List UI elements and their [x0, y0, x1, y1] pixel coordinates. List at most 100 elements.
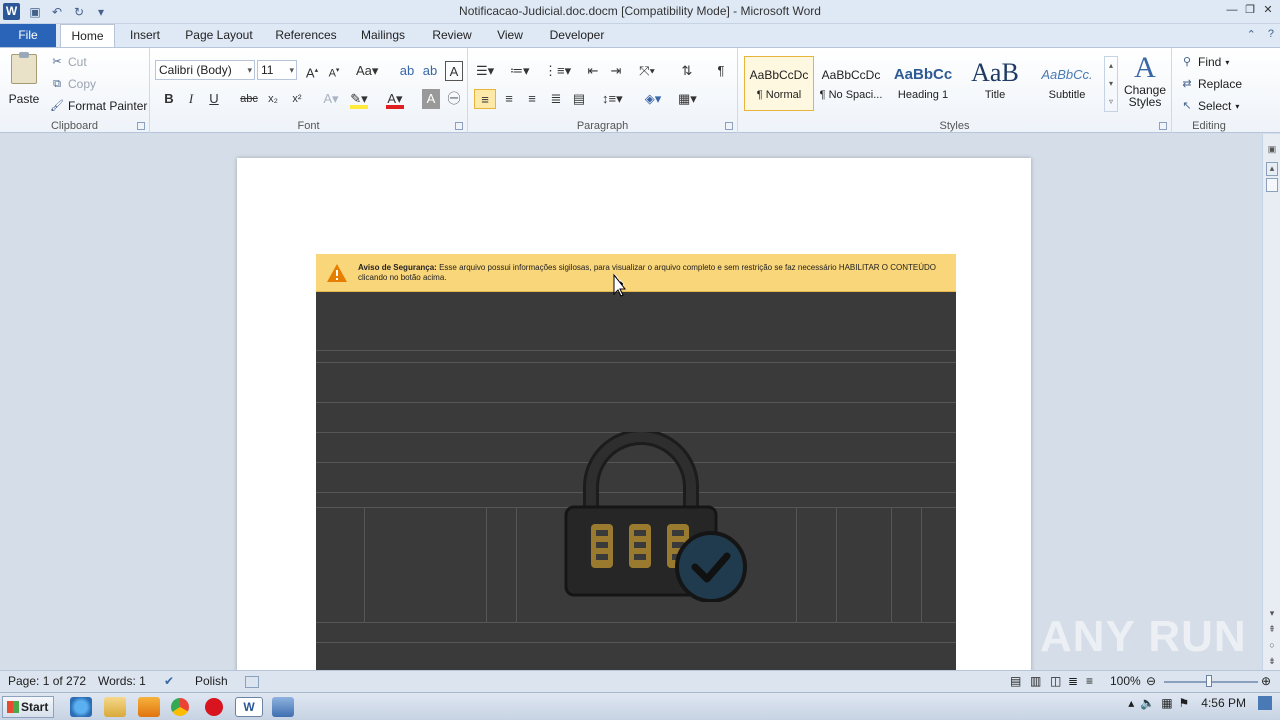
increase-indent-icon[interactable]: ⇥: [607, 61, 625, 81]
paste-button[interactable]: Paste: [6, 52, 42, 114]
numbering-icon[interactable]: ≔▾: [510, 61, 530, 81]
minimize-icon[interactable]: —: [1224, 2, 1240, 18]
zoom-level[interactable]: 100%: [1110, 674, 1141, 688]
font-size-select[interactable]: 11: [257, 60, 297, 80]
style-title[interactable]: AaB Title: [960, 56, 1030, 111]
document-page[interactable]: Aviso de Segurança: Esse arquivo possui …: [237, 158, 1031, 670]
styles-launcher-icon[interactable]: [1159, 122, 1167, 130]
full-screen-reading-icon[interactable]: ▥: [1030, 674, 1041, 688]
internet-explorer-icon[interactable]: [70, 697, 92, 717]
highlight-color-icon[interactable]: ✎▾: [350, 89, 368, 109]
word-taskbar-icon[interactable]: W: [235, 697, 263, 717]
scroll-thumb[interactable]: [1266, 178, 1278, 192]
vertical-scrollbar[interactable]: ▣ ▴ ▾ ⇞ ○ ⇟: [1262, 134, 1280, 670]
ruler-toggle-icon[interactable]: ▣: [1266, 144, 1278, 156]
volume-icon[interactable]: 🔈: [1140, 696, 1155, 710]
tab-view[interactable]: View: [490, 24, 530, 47]
styles-gallery-scroll[interactable]: ▴ ▾ ▿: [1104, 56, 1118, 112]
character-border-icon[interactable]: A: [445, 61, 463, 81]
style-heading-1[interactable]: AaBbCc Heading 1: [888, 56, 958, 111]
next-page-icon[interactable]: ⇟: [1266, 656, 1278, 668]
find-button[interactable]: ⚲ Find ▾: [1180, 53, 1229, 71]
macro-record-icon[interactable]: [245, 676, 259, 688]
shading-icon[interactable]: ◈▾: [644, 89, 662, 109]
clear-formatting-icon[interactable]: ab: [398, 61, 416, 81]
character-shading-icon[interactable]: A: [422, 89, 440, 109]
align-left-icon[interactable]: ≡: [474, 89, 496, 109]
borders-icon[interactable]: ▦▾: [678, 89, 697, 109]
cut-button[interactable]: ✂ Cut: [50, 53, 86, 71]
tab-file[interactable]: File: [0, 24, 56, 47]
help-icon[interactable]: ?: [1268, 28, 1274, 41]
draft-icon[interactable]: ≡: [1086, 674, 1093, 688]
superscript-icon[interactable]: x²: [288, 89, 306, 109]
restore-icon[interactable]: ❐: [1242, 2, 1258, 18]
proofing-icon[interactable]: ✔: [164, 674, 174, 688]
line-spacing-icon[interactable]: ↕≡▾: [602, 89, 623, 109]
style-normal[interactable]: AaBbCcDc ¶ Normal: [744, 56, 814, 111]
bold-icon[interactable]: B: [160, 89, 178, 109]
media-player-icon[interactable]: [138, 697, 160, 717]
sort-icon[interactable]: ⇅: [678, 61, 696, 81]
format-painter-button[interactable]: 🖌 Format Painter: [50, 97, 147, 115]
phonetic-guide-icon[interactable]: ab: [421, 61, 439, 81]
style-no-spacing[interactable]: AaBbCcDc ¶ No Spaci...: [816, 56, 886, 111]
chrome-icon[interactable]: [171, 698, 189, 716]
show-desktop-icon[interactable]: [1258, 696, 1272, 710]
tab-page-layout[interactable]: Page Layout: [180, 24, 258, 47]
copy-button[interactable]: ⧉ Copy: [50, 75, 96, 93]
strikethrough-icon[interactable]: abc: [240, 89, 258, 109]
tab-references[interactable]: References: [270, 24, 342, 47]
print-layout-icon[interactable]: ▤: [1010, 674, 1021, 688]
opera-icon[interactable]: [205, 698, 223, 716]
show-formatting-marks-icon[interactable]: ¶: [712, 61, 730, 81]
clipboard-launcher-icon[interactable]: [137, 122, 145, 130]
paragraph-launcher-icon[interactable]: [725, 122, 733, 130]
zoom-in-icon[interactable]: ⊕: [1261, 674, 1271, 688]
replace-button[interactable]: ⇄ Replace: [1180, 75, 1242, 93]
font-name-select[interactable]: Calibri (Body): [155, 60, 255, 80]
decrease-indent-icon[interactable]: ⇤: [584, 61, 602, 81]
bullets-icon[interactable]: ☰▾: [476, 61, 494, 81]
clock[interactable]: 4:56 PM: [1201, 696, 1246, 710]
network-app-icon[interactable]: [272, 697, 294, 717]
grow-font-icon[interactable]: A▴: [303, 61, 321, 81]
multilevel-list-icon[interactable]: ⋮≡▾: [544, 61, 571, 81]
file-explorer-icon[interactable]: [104, 697, 126, 717]
word-count[interactable]: Words: 1: [98, 674, 146, 688]
asian-layout-icon[interactable]: ⤧▾: [638, 61, 656, 81]
previous-page-icon[interactable]: ⇞: [1266, 624, 1278, 636]
select-button[interactable]: ↖ Select ▾: [1180, 97, 1239, 115]
page-count[interactable]: Page: 1 of 272: [8, 674, 86, 688]
tab-mailings[interactable]: Mailings: [353, 24, 413, 47]
zoom-slider-thumb[interactable]: [1206, 675, 1212, 687]
distributed-icon[interactable]: ▤: [570, 89, 588, 109]
zoom-out-icon[interactable]: ⊖: [1146, 674, 1156, 688]
tab-home[interactable]: Home: [60, 24, 115, 48]
align-right-icon[interactable]: ≡: [523, 89, 541, 109]
scroll-up-icon[interactable]: ▴: [1266, 162, 1278, 176]
subscript-icon[interactable]: x₂: [264, 89, 282, 109]
underline-icon[interactable]: U: [205, 89, 223, 109]
font-launcher-icon[interactable]: [455, 122, 463, 130]
minimize-ribbon-icon[interactable]: ⌃: [1247, 28, 1256, 41]
font-color-icon[interactable]: A▾: [386, 89, 404, 109]
language[interactable]: Polish: [195, 674, 228, 688]
document-area[interactable]: Aviso de Segurança: Esse arquivo possui …: [0, 134, 1262, 670]
change-styles-button[interactable]: A Change Styles: [1120, 52, 1170, 109]
web-layout-icon[interactable]: ◫: [1050, 674, 1061, 688]
network-icon[interactable]: ▦: [1161, 696, 1172, 710]
tab-insert[interactable]: Insert: [120, 24, 170, 47]
shrink-font-icon[interactable]: A▾: [325, 61, 343, 81]
show-hidden-icons-icon[interactable]: ▴: [1128, 696, 1134, 710]
scroll-down-icon[interactable]: ▾: [1266, 608, 1278, 620]
enclose-characters-icon[interactable]: ㊀: [445, 89, 463, 109]
start-button[interactable]: Start: [2, 696, 54, 718]
action-center-flag-icon[interactable]: ⚑: [1179, 696, 1190, 710]
select-browse-object-icon[interactable]: ○: [1266, 640, 1278, 652]
align-center-icon[interactable]: ≡: [500, 89, 518, 109]
close-icon[interactable]: ✕: [1260, 2, 1276, 18]
text-effects-icon[interactable]: A▾: [322, 89, 340, 109]
style-subtitle[interactable]: AaBbCc. Subtitle: [1032, 56, 1102, 111]
tab-review[interactable]: Review: [426, 24, 478, 47]
